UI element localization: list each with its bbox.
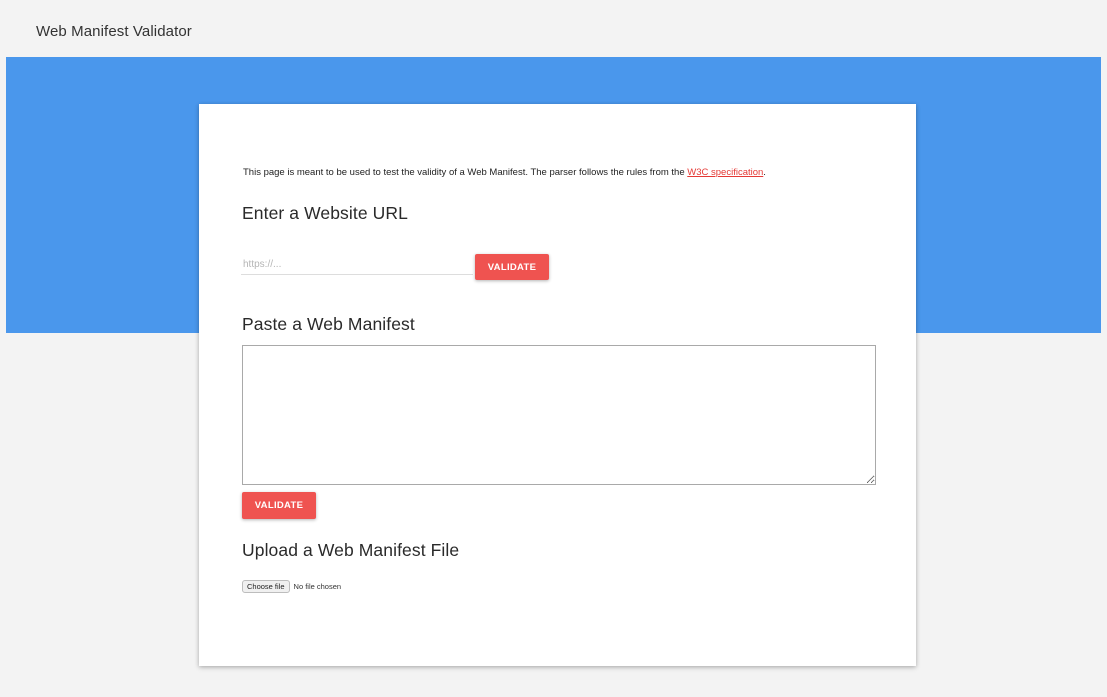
intro-body: This page is meant to be used to test th…: [243, 167, 688, 178]
url-section-heading: Enter a Website URL: [242, 203, 408, 223]
w3c-specification-link[interactable]: W3C specification: [687, 167, 763, 178]
choose-file-button[interactable]: Choose file: [242, 579, 290, 593]
file-input: Choose file No file chosen: [242, 579, 341, 593]
validate-manifest-button[interactable]: VALIDATE: [242, 492, 316, 519]
validate-url-button[interactable]: VALIDATE: [475, 254, 549, 280]
manifest-textarea[interactable]: [242, 345, 876, 485]
file-status-text: No file chosen: [293, 581, 342, 591]
paste-section-heading: Paste a Web Manifest: [242, 314, 415, 334]
upload-section-heading: Upload a Web Manifest File: [242, 540, 460, 560]
intro-suffix: .: [763, 167, 766, 178]
app-title: Web Manifest Validator: [36, 23, 192, 40]
main-card: This page is meant to be used to test th…: [199, 104, 916, 666]
website-url-input[interactable]: [241, 254, 473, 275]
app-header: Web Manifest Validator: [6, 7, 1101, 57]
intro-text: This page is meant to be used to test th…: [243, 167, 766, 178]
